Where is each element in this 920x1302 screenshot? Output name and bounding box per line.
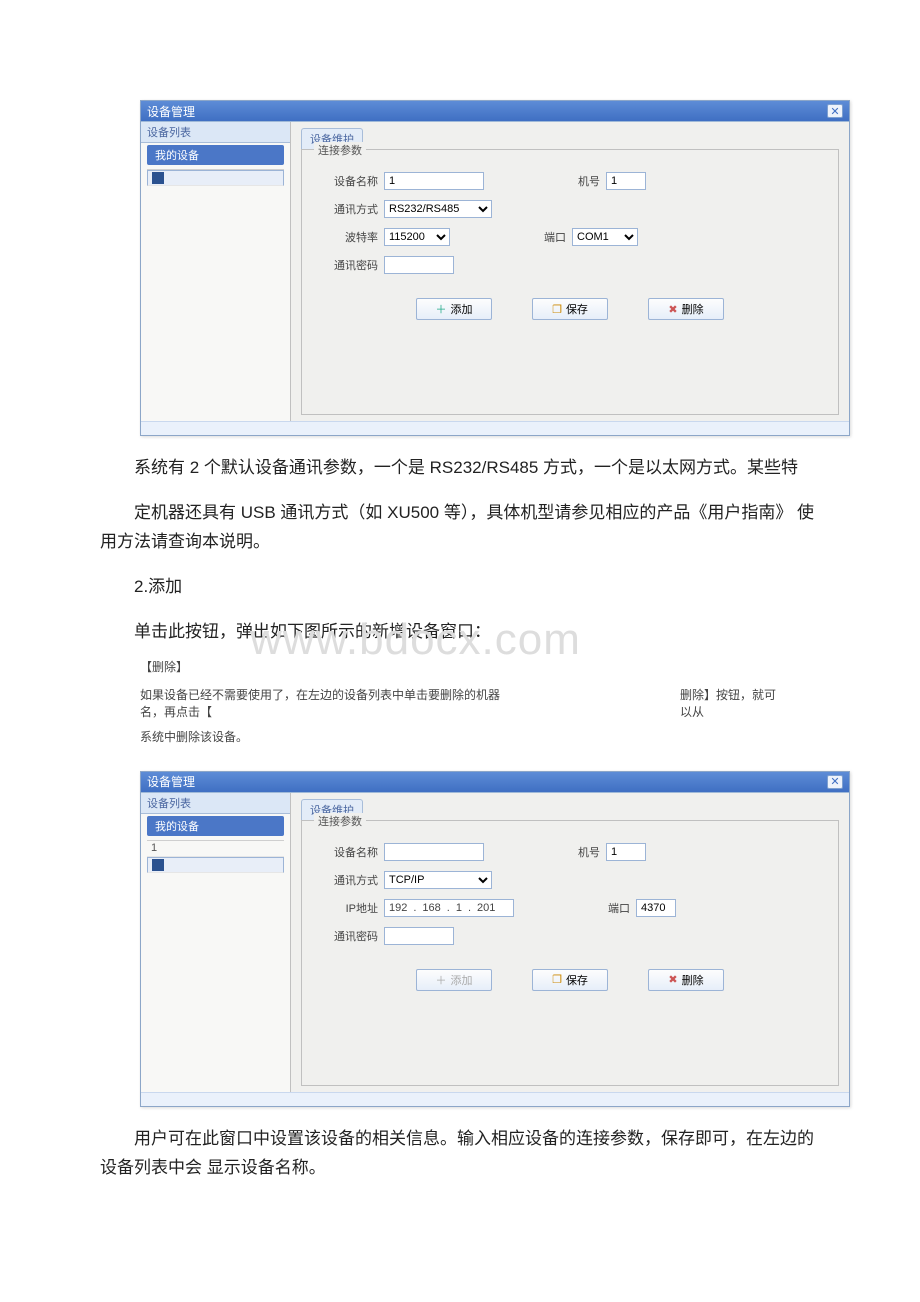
ip-octet-4: 201 bbox=[477, 902, 495, 914]
selection-marker-icon bbox=[152, 172, 164, 184]
small-paragraph-a: 如果设备已经不需要使用了，在左边的设备列表中单击要删除的机器名，再点击【 bbox=[140, 686, 500, 720]
row-password: 通讯密码 bbox=[322, 256, 818, 274]
group-legend: 连接参数 bbox=[314, 142, 366, 158]
label-device-name: 设备名称 bbox=[322, 173, 378, 189]
sidebar-item-mydevices[interactable]: 我的设备 bbox=[147, 145, 284, 165]
plus-icon: ＋ bbox=[436, 972, 447, 988]
small-paragraph-b: 删除】按钮，就可以从 bbox=[680, 686, 780, 720]
connection-params-group: 连接参数 设备名称 机号 通讯方式 RS232/RS485 波特率 bbox=[301, 149, 839, 415]
paragraph: 单击此按钮，弹出如下图所示的新增设备窗口： bbox=[0, 610, 920, 655]
button-row: ＋添加 ❐ 保存 ✖ 删除 bbox=[322, 969, 818, 991]
sidebar-header: 设备列表 bbox=[141, 793, 290, 814]
label-comm-pwd: 通讯密码 bbox=[322, 257, 378, 273]
save-label: 保存 bbox=[566, 301, 588, 317]
add-button[interactable]: ＋添加 bbox=[416, 969, 492, 991]
connection-params-group: 连接参数 设备名称 机号 通讯方式 TCP/IP IP地址 192 bbox=[301, 820, 839, 1086]
sidebar-row[interactable] bbox=[147, 170, 284, 186]
device-list-sidebar: 设备列表 我的设备 bbox=[141, 122, 291, 421]
baud-select[interactable]: 115200 bbox=[384, 228, 450, 246]
row-name-machine: 设备名称 机号 bbox=[322, 172, 818, 190]
port-input[interactable] bbox=[636, 899, 676, 917]
label-machine-no: 机号 bbox=[570, 173, 600, 189]
delete-button[interactable]: ✖ 删除 bbox=[648, 298, 724, 320]
ip-octet-2: 168 bbox=[422, 902, 440, 914]
row-name-machine: 设备名称 机号 bbox=[322, 843, 818, 861]
paragraph: 用户可在此窗口中设置该设备的相关信息。输入相应设备的连接参数，保存即可，在左边的… bbox=[0, 1117, 920, 1191]
ip-octet-1: 192 bbox=[389, 902, 407, 914]
machine-no-input[interactable] bbox=[606, 172, 646, 190]
label-baud: 波特率 bbox=[322, 229, 378, 245]
ip-input[interactable]: 192. 168. 1. 201 bbox=[384, 899, 514, 917]
close-icon[interactable]: ✕ bbox=[827, 104, 843, 118]
add-label: 添加 bbox=[451, 972, 473, 988]
small-paragraph-row: 如果设备已经不需要使用了，在左边的设备列表中单击要删除的机器名，再点击【 删除】… bbox=[0, 682, 920, 724]
sidebar-row[interactable] bbox=[147, 857, 284, 873]
delete-label: 删除 bbox=[682, 301, 704, 317]
comm-mode-select[interactable]: RS232/RS485 bbox=[384, 200, 492, 218]
close-icon[interactable]: ✕ bbox=[827, 775, 843, 789]
delete-label: 删除 bbox=[682, 972, 704, 988]
save-button[interactable]: ❐ 保存 bbox=[532, 969, 608, 991]
small-paragraph-tail: 系统中删除该设备。 bbox=[0, 724, 920, 751]
sidebar-grid: 1 bbox=[147, 840, 284, 873]
comm-pwd-input[interactable] bbox=[384, 927, 454, 945]
titlebar: 设备管理 ✕ bbox=[141, 101, 849, 121]
paragraph: 系统有 2 个默认设备通讯参数，一个是 RS232/RS485 方式，一个是以太… bbox=[0, 446, 920, 491]
statusbar bbox=[141, 1092, 849, 1106]
add-button[interactable]: ＋＋ 添加添加 bbox=[416, 298, 492, 320]
comm-pwd-input[interactable] bbox=[384, 256, 454, 274]
delete-icon: ✖ bbox=[668, 973, 677, 986]
small-heading: 【删除】 bbox=[0, 654, 920, 681]
save-label: 保存 bbox=[566, 972, 588, 988]
window-title: 设备管理 bbox=[147, 103, 195, 120]
device-name-input[interactable] bbox=[384, 843, 484, 861]
main-panel: 设备维护 连接参数 设备名称 机号 通讯方式 TCP/IP IP地址 bbox=[291, 793, 849, 1092]
row-baud-port: 波特率 115200 端口 COM1 bbox=[322, 228, 818, 246]
statusbar bbox=[141, 421, 849, 435]
device-mgmt-window-2: 设备管理 ✕ 设备列表 我的设备 1 设备维护 连接参数 设备名称 机号 bbox=[140, 771, 850, 1107]
button-row: ＋＋ 添加添加 ❐ 保存 ✖ 删除 bbox=[322, 298, 818, 320]
port-select[interactable]: COM1 bbox=[572, 228, 638, 246]
row-comm: 通讯方式 TCP/IP bbox=[322, 871, 818, 889]
label-comm-mode: 通讯方式 bbox=[322, 872, 378, 888]
selection-marker-icon bbox=[152, 859, 164, 871]
window-title: 设备管理 bbox=[147, 773, 195, 790]
row-comm: 通讯方式 RS232/RS485 bbox=[322, 200, 818, 218]
row-ip-port: IP地址 192. 168. 1. 201 端口 bbox=[322, 899, 818, 917]
label-port: 端口 bbox=[536, 229, 566, 245]
ip-octet-3: 1 bbox=[456, 902, 462, 914]
comm-mode-select[interactable]: TCP/IP bbox=[384, 871, 492, 889]
device-mgmt-window-1: 设备管理 ✕ 设备列表 我的设备 设备维护 连接参数 设备名称 机号 通讯方 bbox=[140, 100, 850, 436]
group-legend: 连接参数 bbox=[314, 813, 366, 829]
label-comm-pwd: 通讯密码 bbox=[322, 928, 378, 944]
sidebar-header: 设备列表 bbox=[141, 122, 290, 143]
label-machine-no: 机号 bbox=[570, 844, 600, 860]
row-password: 通讯密码 bbox=[322, 927, 818, 945]
titlebar: 设备管理 ✕ bbox=[141, 772, 849, 792]
device-list-sidebar: 设备列表 我的设备 1 bbox=[141, 793, 291, 1092]
device-name-input[interactable] bbox=[384, 172, 484, 190]
label-port: 端口 bbox=[600, 900, 630, 916]
save-icon: ❐ bbox=[552, 303, 562, 316]
label-device-name: 设备名称 bbox=[322, 844, 378, 860]
label-ip: IP地址 bbox=[322, 900, 378, 916]
client-area: 设备列表 我的设备 设备维护 连接参数 设备名称 机号 通讯方式 RS2 bbox=[141, 121, 849, 421]
paragraph: 定机器还具有 USB 通讯方式（如 XU500 等），具体机型请参见相应的产品《… bbox=[0, 491, 920, 565]
save-button[interactable]: ❐ 保存 bbox=[532, 298, 608, 320]
client-area: 设备列表 我的设备 1 设备维护 连接参数 设备名称 机号 通讯方式 bbox=[141, 792, 849, 1092]
section-heading: 2.添加 bbox=[0, 565, 920, 610]
delete-icon: ✖ bbox=[668, 303, 677, 316]
sidebar-row[interactable]: 1 bbox=[147, 841, 284, 857]
machine-no-input[interactable] bbox=[606, 843, 646, 861]
plus-icon: ＋ bbox=[436, 301, 447, 317]
label-comm-mode: 通讯方式 bbox=[322, 201, 378, 217]
delete-button[interactable]: ✖ 删除 bbox=[648, 969, 724, 991]
save-icon: ❐ bbox=[552, 973, 562, 986]
main-panel: 设备维护 连接参数 设备名称 机号 通讯方式 RS232/RS485 波特率 bbox=[291, 122, 849, 421]
sidebar-item-mydevices[interactable]: 我的设备 bbox=[147, 816, 284, 836]
sidebar-grid bbox=[147, 169, 284, 186]
